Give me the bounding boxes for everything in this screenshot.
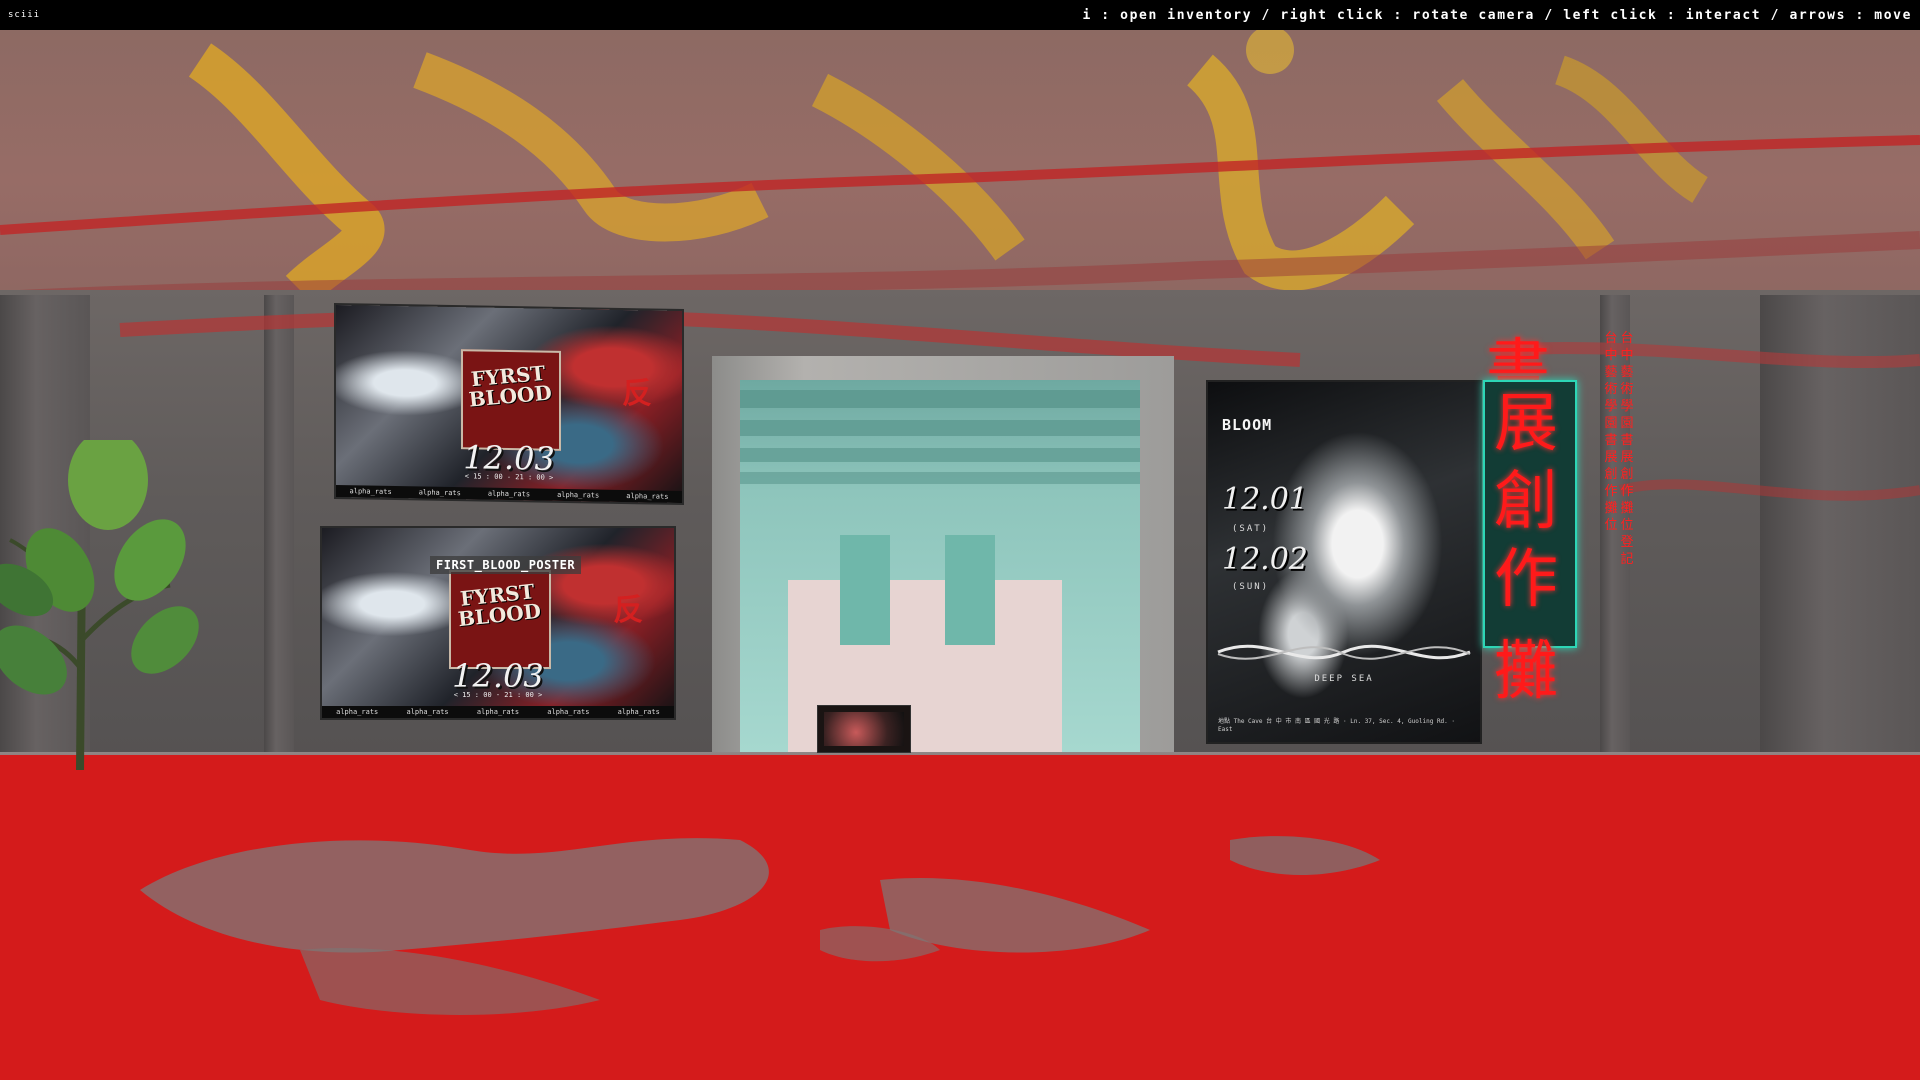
ceiling-graffiti [0, 30, 1920, 309]
poster-footer-credit: alpha_rats [336, 708, 379, 716]
tv-monitor[interactable] [817, 705, 911, 753]
game-viewport[interactable]: FYRST BLOOD 反 12.03 < 15 : 00 - 21 : 00 … [0, 0, 1920, 1080]
hud-logo: sciii [8, 10, 41, 20]
doorway-corridor[interactable] [740, 380, 1140, 752]
corridor-beam [740, 390, 1140, 408]
poster-footer: alpha_rats alpha_rats alpha_rats alpha_r… [322, 706, 674, 718]
neon-vertical-text: 台中藝術學園書展創作攤位 [1604, 331, 1618, 533]
neon-sign-char: 攤 [1494, 635, 1558, 709]
corridor-beam [740, 420, 1140, 436]
poster-footer-credit: alpha_rats [349, 487, 392, 496]
poster-side-glyph: 反 [613, 593, 644, 628]
corridor-beam [740, 472, 1140, 484]
corridor-pillar [945, 535, 995, 645]
first-blood-poster-top[interactable]: FYRST BLOOD 反 12.03 < 15 : 00 - 21 : 00 … [336, 304, 682, 504]
neon-sign-char: 作 [1494, 543, 1558, 617]
tv-screen [824, 712, 904, 746]
corridor-beam [740, 448, 1140, 462]
poster-footer-credit: alpha_rats [406, 708, 449, 716]
poster-footer-credit: alpha_rats [487, 489, 531, 499]
poster-time: < 15 : 00 - 21 : 00 > [453, 691, 543, 700]
poster-footer-credit: alpha_rats [476, 708, 520, 716]
poster-date: 12.03 [452, 657, 544, 696]
deep-sea-poster[interactable]: BLOOM 12.01 (SAT) 12.02 (SUN) DEEP SEA 地… [1208, 382, 1480, 742]
poster-footer: 地點 The Cave 台 中 市 南 區 國 光 路 · Ln. 37, Se… [1218, 718, 1456, 733]
corridor-pillar [840, 535, 890, 645]
poster-day-start: (SAT) [1232, 524, 1270, 534]
poster-day-end: (SUN) [1232, 582, 1270, 592]
poster-footer-credit: alpha_rats [547, 708, 590, 716]
poster-subtitle: DEEP SEA [1314, 674, 1374, 684]
controls-help: i : open inventory / right click : rotat… [1082, 7, 1912, 23]
poster-date-start: 12.01 [1222, 482, 1308, 517]
neon-vertical-text: 台中藝術學園書展創作攤位登記 [1620, 331, 1634, 567]
hover-tooltip: FIRST_BLOOD_POSTER [430, 556, 582, 574]
poster-logo-mark [1217, 644, 1471, 660]
poster-footer-credit: alpha_rats [418, 488, 461, 498]
neon-sign-char: 展 [1494, 387, 1558, 461]
floor-blotches [140, 836, 1380, 1015]
poster-date-end: 12.02 [1222, 542, 1308, 577]
poster-side-glyph: 反 [622, 375, 653, 412]
potted-plant[interactable] [0, 440, 220, 770]
poster-footer-credit: alpha_rats [617, 708, 660, 716]
poster-brand: BLOOM [1222, 416, 1273, 434]
hud-bar: sciii i : open inventory / right click :… [0, 0, 1920, 30]
poster-footer-credit: alpha_rats [626, 492, 669, 501]
neon-sign-char: 創 [1494, 465, 1558, 539]
poster-footer-credit: alpha_rats [557, 490, 600, 500]
